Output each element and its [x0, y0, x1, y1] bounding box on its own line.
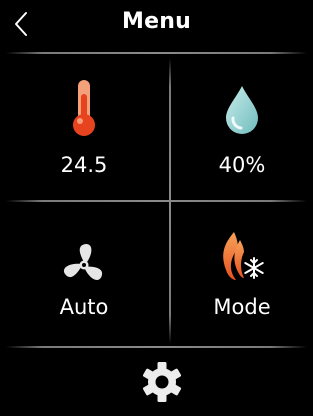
- humidity-value: 40%: [218, 153, 266, 177]
- gear-icon: [142, 362, 182, 402]
- grid-middle-divider: [6, 200, 307, 202]
- humidity-tile[interactable]: 40%: [171, 56, 313, 198]
- mode-tile[interactable]: Mode: [171, 204, 313, 344]
- fan-mode-value: Auto: [59, 295, 109, 319]
- page-title: Menu: [122, 9, 191, 34]
- flame-snowflake-icon: [223, 232, 264, 280]
- header-divider: [6, 52, 307, 54]
- fan-tile[interactable]: Auto: [0, 204, 168, 344]
- water-drop-icon: [226, 86, 258, 134]
- footer-divider: [6, 346, 307, 348]
- device-screen: Menu 24.5 40% Auto Mode: [0, 0, 313, 416]
- temperature-tile[interactable]: 24.5: [0, 56, 168, 198]
- fan-icon: [63, 244, 103, 280]
- settings-button[interactable]: [140, 360, 184, 404]
- header-bar: Menu: [0, 0, 313, 47]
- mode-label: Mode: [213, 295, 271, 319]
- thermometer-icon: [73, 80, 95, 136]
- temperature-value: 24.5: [60, 153, 108, 177]
